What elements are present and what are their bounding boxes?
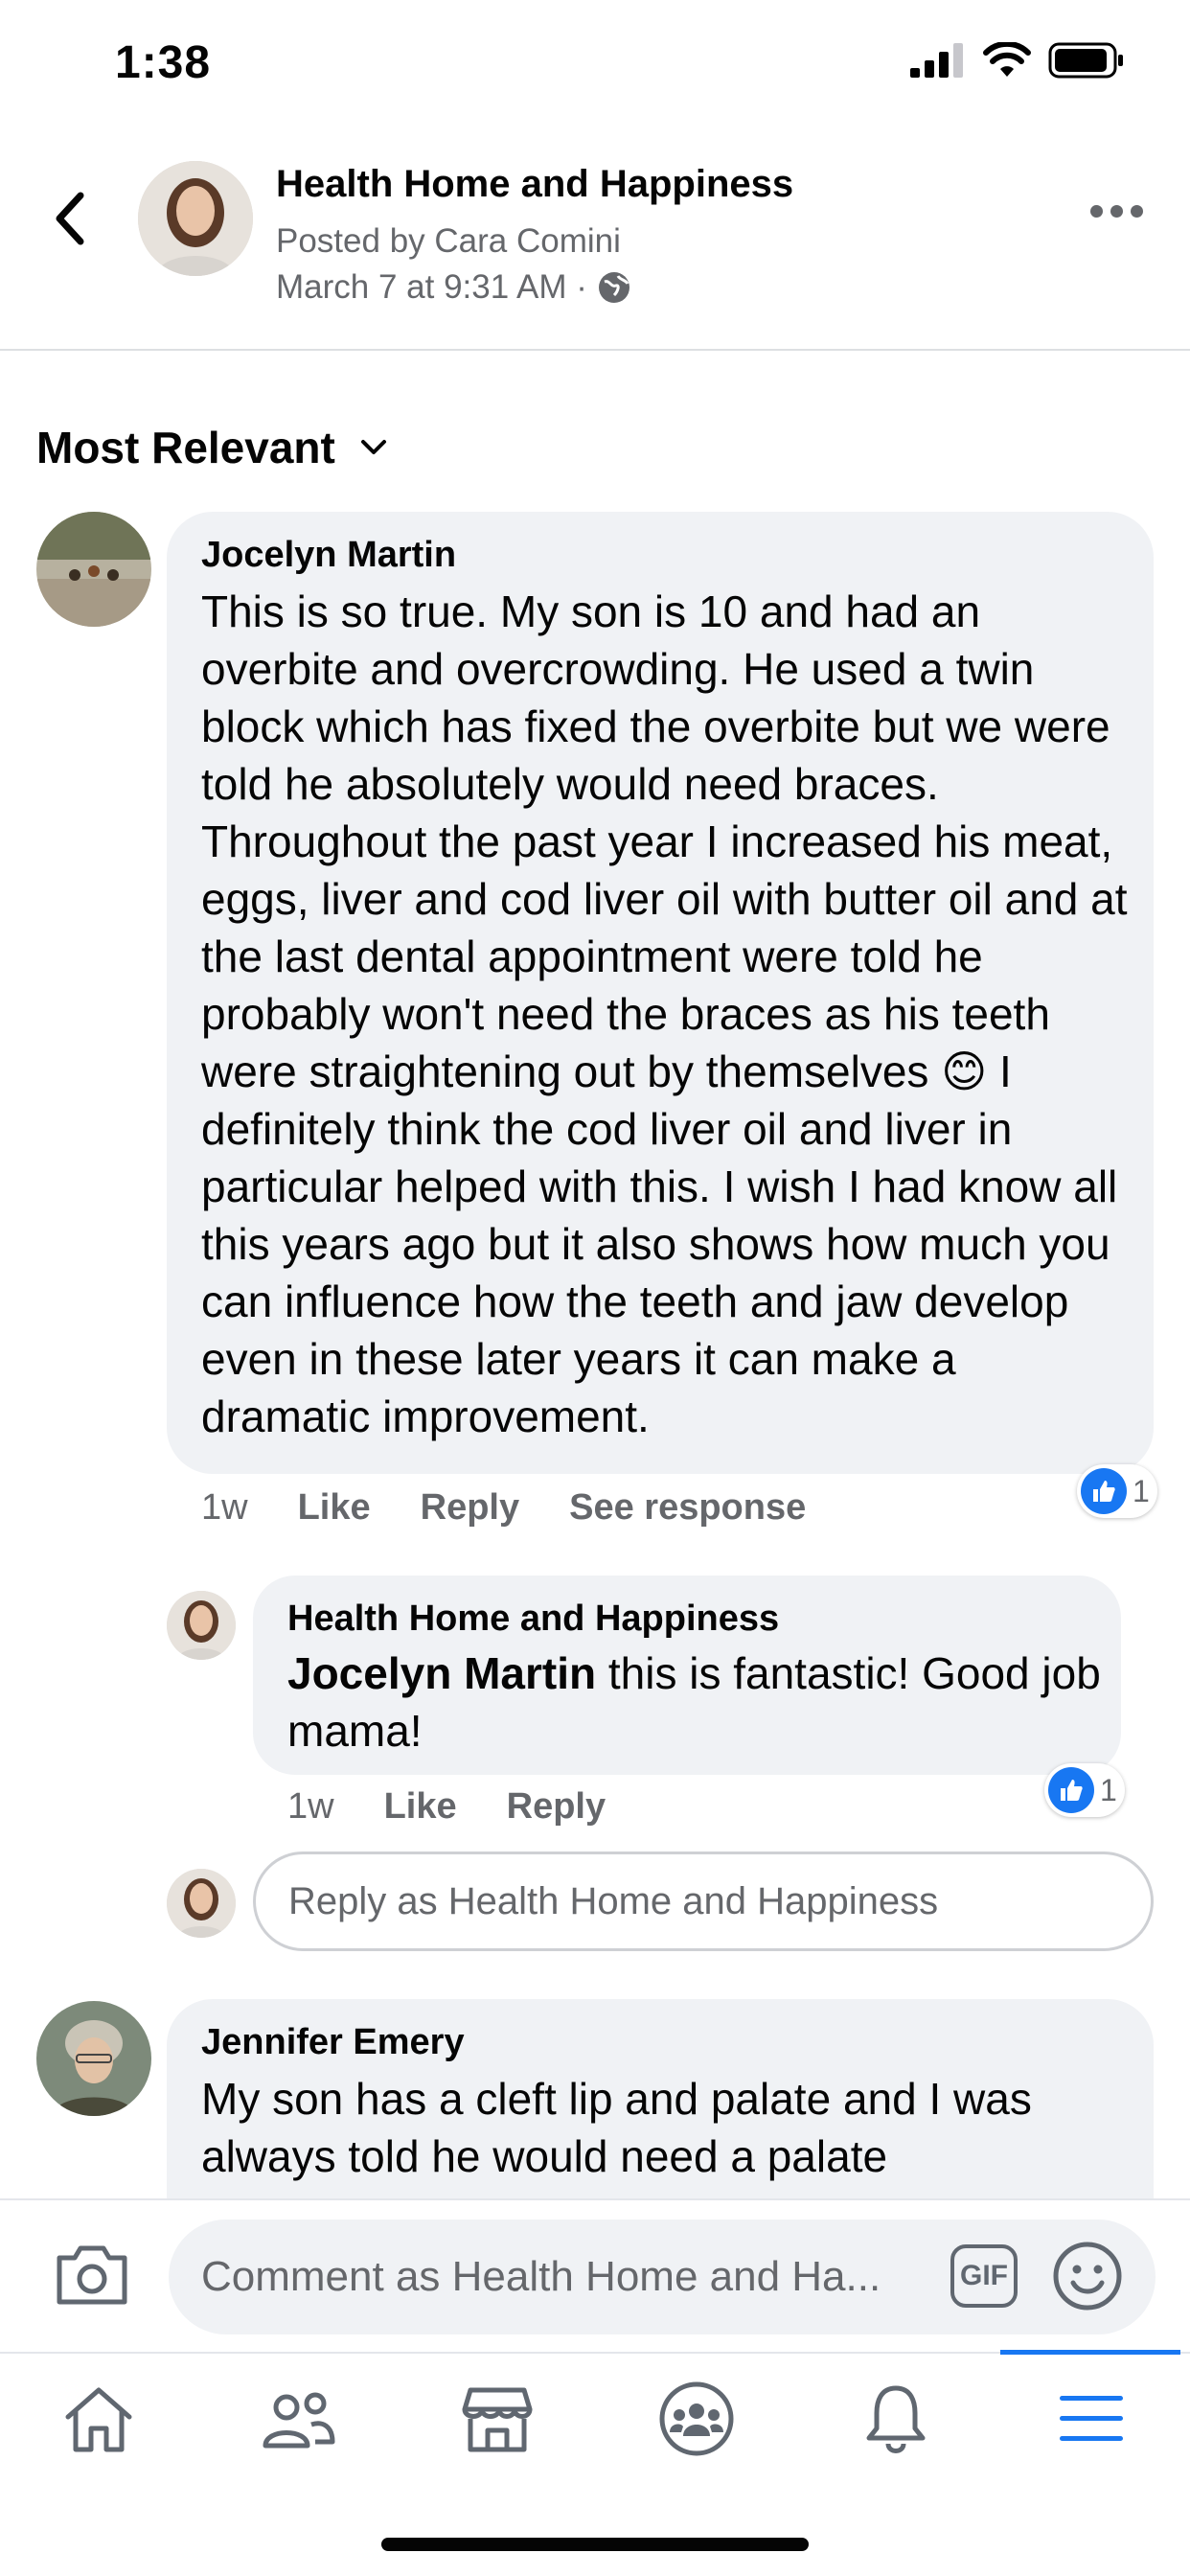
- more-dot-icon: [1131, 204, 1143, 218]
- comment-author[interactable]: Jennifer Emery: [201, 2022, 465, 2063]
- comment-text-part2-start: themselves: [705, 1046, 929, 1096]
- more-options-button[interactable]: [1090, 201, 1144, 220]
- comment-text: This is so true. My son is 10 and had an…: [201, 583, 1131, 1445]
- reply-input-avatar: [167, 1869, 236, 1938]
- comment-time: 1w: [201, 1487, 248, 1528]
- smiling-face-emoji-icon: 😊: [941, 1046, 988, 1096]
- post-date-text: March 7 at 9:31 AM ·: [276, 268, 587, 306]
- menu-icon: [1060, 2396, 1123, 2441]
- gif-label: GIF: [960, 2260, 1008, 2291]
- groups-icon: [659, 2381, 734, 2456]
- page-avatar[interactable]: [138, 161, 253, 276]
- thumbs-up-icon: [1081, 1468, 1127, 1514]
- friends-icon: [263, 2392, 335, 2449]
- signal-icon: [910, 43, 963, 78]
- gif-button[interactable]: GIF: [950, 2244, 1018, 2308]
- status-time: 1:38: [115, 37, 212, 88]
- nav-friends[interactable]: [245, 2371, 351, 2467]
- reaction-count: 1: [1133, 1473, 1150, 1508]
- reply-time: 1w: [287, 1786, 334, 1827]
- thumbs-up-icon: [1048, 1767, 1094, 1813]
- globe-icon: [598, 272, 629, 303]
- chevron-down-icon: [360, 440, 386, 454]
- bell-icon: [866, 2385, 926, 2453]
- see-response-button[interactable]: See response: [569, 1487, 806, 1529]
- camera-button[interactable]: [54, 2241, 130, 2312]
- comment-text-part1: This is so true. My son is 10 and had an…: [201, 586, 1128, 1096]
- reply-input-placeholder: Reply as Health Home and Happiness: [288, 1879, 939, 1922]
- commenter-avatar[interactable]: [36, 2001, 151, 2116]
- reply-reaction-count: 1: [1100, 1772, 1117, 1807]
- reply-reaction-badge[interactable]: 1: [1044, 1763, 1125, 1817]
- battery-icon: [1048, 42, 1123, 79]
- more-dot-icon: [1110, 204, 1123, 218]
- commenter-avatar[interactable]: [36, 512, 151, 627]
- reply-mention[interactable]: Jocelyn Martin: [287, 1648, 596, 1698]
- camera-icon: [57, 2245, 127, 2305]
- sort-label: Most Relevant: [36, 423, 335, 472]
- back-chevron-icon: [56, 192, 84, 245]
- nav-active-indicator: [1000, 2350, 1180, 2355]
- page-title[interactable]: Health Home and Happiness: [276, 163, 793, 206]
- home-indicator: [381, 2538, 809, 2551]
- sort-dropdown[interactable]: Most Relevant: [36, 422, 387, 473]
- smiley-icon: [1053, 2242, 1122, 2311]
- reply-actions: 1w Like Reply: [287, 1786, 606, 1828]
- posted-by[interactable]: Posted by Cara Comini: [276, 222, 621, 261]
- comment-input-placeholder: Comment as Health Home and Ha...: [201, 2253, 881, 2300]
- nav-notifications[interactable]: [843, 2371, 949, 2467]
- status-icons: [910, 42, 1125, 79]
- nav-groups[interactable]: [644, 2371, 749, 2467]
- reply-avatar[interactable]: [167, 1591, 236, 1660]
- reply-text: Jocelyn Martin this is fantastic! Good j…: [287, 1644, 1102, 1760]
- back-button[interactable]: [46, 188, 92, 249]
- reply-author[interactable]: Health Home and Happiness: [287, 1598, 779, 1640]
- reply-input[interactable]: Reply as Health Home and Happiness: [253, 1852, 1154, 1951]
- nav-menu[interactable]: [1039, 2371, 1144, 2467]
- home-icon: [65, 2387, 132, 2452]
- comment-actions: 1w Like Reply See response: [201, 1487, 806, 1529]
- emoji-button[interactable]: [1052, 2241, 1123, 2316]
- more-dot-icon: [1090, 204, 1103, 218]
- wifi-icon: [983, 42, 1031, 77]
- header-divider: [0, 349, 1190, 351]
- reply-button[interactable]: Reply: [421, 1487, 519, 1529]
- comment-author[interactable]: Jocelyn Martin: [201, 535, 456, 576]
- comment-text: My son has a cleft lip and palate and I …: [201, 2074, 1032, 2181]
- comment-text-part2-end: I definitely think the cod liver oil and…: [201, 1046, 1118, 1441]
- nav-marketplace[interactable]: [445, 2371, 550, 2467]
- like-button[interactable]: Like: [298, 1487, 371, 1529]
- post-date: March 7 at 9:31 AM ·: [276, 268, 631, 307]
- reaction-badge[interactable]: 1: [1077, 1464, 1157, 1518]
- nav-home[interactable]: [46, 2371, 151, 2467]
- reply-like-button[interactable]: Like: [384, 1786, 457, 1828]
- reply-reply-button[interactable]: Reply: [507, 1786, 606, 1828]
- marketplace-icon: [462, 2387, 533, 2452]
